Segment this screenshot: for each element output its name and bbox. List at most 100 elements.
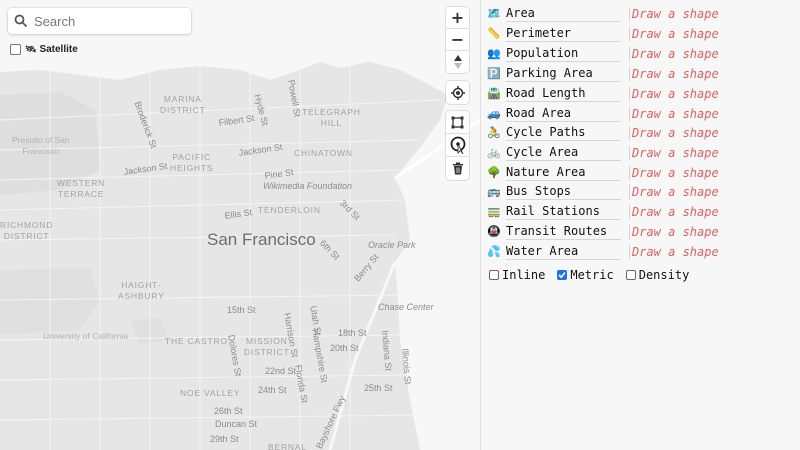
measure-value: Draw a shape [629, 145, 719, 160]
street-label: Duncan St [215, 419, 258, 429]
draw-polygon-icon [451, 116, 464, 128]
metro-icon: 🚇 [487, 225, 501, 238]
check-icon [558, 271, 566, 279]
measure-label: Water Area [506, 244, 621, 260]
road-icon: 🛣️ [487, 87, 501, 100]
cyclist-icon: 🚴 [487, 126, 501, 139]
measure-value: Draw a shape [629, 125, 719, 140]
measure-value: Draw a shape [629, 165, 719, 180]
people-icon: 👥 [487, 47, 501, 60]
district-castro: THE CASTRO [165, 336, 228, 346]
measure-row-area: 🗺️ Area Draw a shape [487, 4, 719, 23]
district-chinatown: CHINATOWN [294, 148, 353, 158]
train-icon: 🚃 [487, 205, 501, 218]
measure-row-perimeter: 📏 Perimeter Draw a shape [487, 24, 719, 43]
park-ucsf: University of California [43, 331, 129, 341]
draw-circle-button[interactable] [446, 134, 469, 157]
draw-polygon-button[interactable] [446, 111, 469, 134]
density-checkbox[interactable] [625, 270, 636, 280]
water-icon: 💦 [487, 245, 501, 258]
measure-label: Perimeter [506, 26, 621, 42]
measure-value: Draw a shape [629, 46, 719, 61]
measure-label: Road Length [506, 86, 621, 102]
district-marina: MARINA DISTRICT [160, 94, 206, 115]
street-label: 22nd St [265, 366, 297, 376]
compass-button[interactable] [446, 51, 469, 73]
satellite-checkbox[interactable] [10, 44, 21, 55]
measure-value: Draw a shape [629, 6, 719, 21]
search-box[interactable] [8, 8, 191, 34]
trash-button[interactable] [446, 157, 469, 180]
measure-row-nature-area: 🌳 Nature Area Draw a shape [487, 163, 719, 182]
street-label: 25th St [364, 383, 393, 393]
measure-row-parking-area: 🅿️ Parking Area Draw a shape [487, 64, 719, 83]
measure-value: Draw a shape [629, 204, 719, 219]
satellite-label: Satellite [39, 44, 78, 55]
search-icon [8, 8, 34, 34]
measure-label: Area [506, 6, 621, 22]
measure-value: Draw a shape [629, 106, 719, 121]
zoom-in-button[interactable]: + [446, 7, 469, 29]
poi-oracle-park: Oracle Park [368, 240, 416, 250]
parking-icon: 🅿️ [487, 67, 501, 80]
poi-wikimedia: Wikimedia Foundation [263, 181, 352, 191]
satellite-toggle[interactable]: 🛰 Satellite [10, 44, 78, 55]
district-pacific-heights: PACIFIC HEIGHTS [170, 152, 214, 173]
geolocate-button[interactable] [446, 81, 469, 104]
measure-label: Transit Routes [506, 224, 621, 240]
inline-checkbox[interactable] [489, 270, 499, 280]
street-label: 26th St [214, 406, 243, 416]
option-density[interactable]: Density [625, 268, 689, 282]
measure-row-rail-stations: 🚃 Rail Stations Draw a shape [487, 202, 719, 221]
satellite-icon: 🛰 [25, 44, 37, 54]
measure-row-cycle-paths: 🚴 Cycle Paths Draw a shape [487, 123, 719, 142]
metric-checkbox[interactable] [557, 270, 568, 280]
district-noe-valley: NOE VALLEY [180, 388, 241, 398]
bus-icon: 🚌 [487, 185, 501, 198]
measure-row-road-length: 🛣️ Road Length Draw a shape [487, 84, 719, 103]
district-richmond: RICHMOND DISTRICT [0, 220, 54, 241]
measure-label: Parking Area [506, 66, 621, 82]
geolocate-icon [450, 85, 465, 100]
navigation-control: + − [446, 7, 469, 73]
tree-icon: 🌳 [487, 166, 501, 179]
option-label: Inline [502, 268, 546, 282]
district-tenderloin: TENDERLOIN [258, 205, 321, 215]
measure-value: Draw a shape [629, 244, 719, 259]
measurements-panel: 🗺️ Area Draw a shape 📏 Perimeter Draw a … [480, 0, 800, 450]
map-icon: 🗺️ [487, 7, 501, 20]
district-bernal: BERNAL [268, 442, 307, 450]
measure-value: Draw a shape [629, 86, 719, 101]
street-label: 15th St [227, 305, 256, 315]
measure-row-bus-stops: 🚌 Bus Stops Draw a shape [487, 182, 719, 201]
measure-value: Draw a shape [629, 26, 719, 41]
map[interactable]: San Francisco MARINA DISTRICT TELEGRAPH HI… [0, 0, 480, 450]
measure-label: Nature Area [506, 165, 621, 181]
measure-label: Cycle Paths [506, 125, 621, 141]
draw-circle-icon [450, 136, 465, 154]
ruler-icon: 📏 [487, 27, 501, 40]
draw-control [446, 111, 469, 180]
bicycle-icon: 🚲 [487, 146, 501, 159]
car-icon: 🚙 [487, 107, 501, 120]
measure-label: Road Area [506, 106, 621, 122]
options-bar: Inline Metric Density [489, 268, 701, 282]
district-haight-ashbury: HAIGHT- ASHBURY [118, 280, 165, 301]
measure-value: Draw a shape [629, 224, 719, 239]
city-label: San Francisco [207, 230, 316, 249]
option-inline[interactable]: Inline [489, 268, 545, 282]
park-presidio: Presidio of San Francisco [12, 135, 70, 156]
district-telegraph-hill: TELEGRAPH HILL [302, 107, 361, 128]
search-input[interactable] [34, 13, 184, 29]
measure-row-population: 👥 Population Draw a shape [487, 44, 719, 63]
poi-chase-center: Chase Center [378, 302, 434, 312]
geolocate-control [446, 81, 469, 104]
measure-label: Bus Stops [506, 184, 621, 200]
measure-row-road-area: 🚙 Road Area Draw a shape [487, 104, 719, 123]
compass-icon [453, 55, 462, 69]
zoom-out-button[interactable]: − [446, 29, 469, 51]
district-mission: MISSION DISTRICT [244, 336, 290, 357]
measure-row-cycle-area: 🚲 Cycle Area Draw a shape [487, 143, 719, 162]
street-label: 29th St [210, 434, 239, 444]
option-metric[interactable]: Metric [557, 268, 614, 282]
